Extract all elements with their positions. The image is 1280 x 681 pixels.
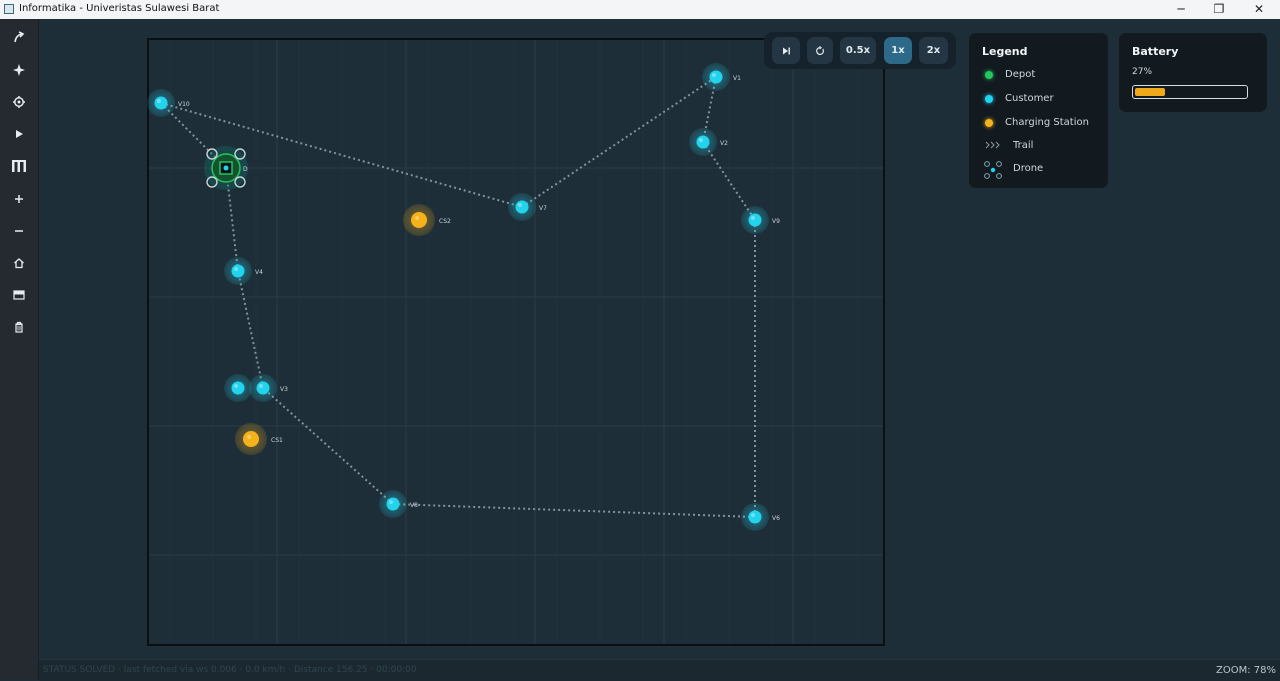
charging-marker bbox=[411, 212, 427, 228]
zoom-level: ZOOM: 78% bbox=[1216, 665, 1276, 676]
trail-legend-icon bbox=[985, 141, 1000, 149]
legend-label-customer: Customer bbox=[1005, 93, 1054, 104]
customer-marker bbox=[748, 510, 762, 524]
play-icon bbox=[16, 130, 23, 138]
customer-highlight bbox=[259, 384, 263, 388]
window-title: Informatika - Univeristas Sulawesi Barat bbox=[19, 3, 220, 14]
sparkle-icon bbox=[13, 64, 25, 76]
customer-marker bbox=[515, 200, 529, 214]
customer-highlight bbox=[712, 73, 716, 77]
customer-marker bbox=[696, 135, 710, 149]
sidebar-home-button[interactable] bbox=[0, 249, 38, 277]
customer-highlight bbox=[699, 138, 703, 142]
status-text: STATUS SOLVED · last fetched via ws 0.00… bbox=[43, 665, 417, 675]
battery-panel: Battery 27% bbox=[1119, 33, 1267, 112]
home-icon bbox=[14, 258, 24, 269]
minus-icon bbox=[15, 230, 23, 232]
node-label: CS1 bbox=[271, 437, 283, 444]
minimize-button[interactable]: ─ bbox=[1162, 0, 1200, 19]
charging-highlight bbox=[247, 435, 251, 439]
reset-icon bbox=[816, 45, 824, 55]
sidebar-layers-button[interactable] bbox=[0, 281, 38, 309]
customer-node[interactable] bbox=[224, 374, 252, 402]
legend-label-depot: Depot bbox=[1005, 69, 1036, 80]
node-label: D bbox=[243, 166, 248, 173]
node-label: V6 bbox=[772, 515, 780, 522]
step-forward-icon bbox=[783, 47, 790, 54]
customer-highlight bbox=[157, 99, 161, 103]
speed-0.5x-button[interactable]: 0.5x bbox=[840, 37, 876, 64]
sidebar bbox=[0, 19, 39, 680]
node-label: V8 bbox=[410, 502, 418, 509]
title-bar: Informatika - Univeristas Sulawesi Barat… bbox=[0, 0, 1280, 20]
library-icon bbox=[12, 160, 26, 172]
node-label: V1 bbox=[733, 75, 741, 82]
customer-highlight bbox=[751, 216, 755, 220]
battery-fill bbox=[1135, 88, 1165, 96]
customer-highlight bbox=[518, 203, 522, 207]
customer-marker bbox=[231, 264, 245, 278]
charging-highlight bbox=[415, 216, 419, 220]
playback-controls: 0.5x 1x 2x bbox=[764, 32, 956, 69]
customer-highlight bbox=[234, 384, 238, 388]
legend-label-drone: Drone bbox=[1013, 163, 1044, 174]
sidebar-trash-button[interactable] bbox=[0, 313, 38, 341]
arrow-up-right-icon bbox=[14, 31, 25, 43]
customer-marker bbox=[748, 213, 762, 227]
step-button[interactable] bbox=[772, 37, 800, 64]
legend-label-charging-station: Charging Station bbox=[1005, 117, 1089, 128]
node-label: V7 bbox=[539, 205, 547, 212]
app-icon bbox=[4, 4, 14, 14]
trash-icon bbox=[15, 321, 23, 333]
legend-panel: Legend Depot Customer Charging Station T… bbox=[969, 33, 1108, 188]
customer-marker bbox=[256, 381, 270, 395]
plus-icon bbox=[15, 195, 23, 203]
sidebar-zoom-out-button[interactable] bbox=[0, 217, 38, 245]
drone-legend-icon bbox=[984, 161, 1002, 179]
sidebar-library-button[interactable] bbox=[0, 152, 38, 180]
customer-marker bbox=[154, 96, 168, 110]
battery-bar bbox=[1132, 85, 1248, 99]
charging-marker bbox=[243, 431, 259, 447]
sidebar-zoom-in-button[interactable] bbox=[0, 185, 38, 213]
sidebar-play-button[interactable] bbox=[0, 120, 38, 148]
gear-icon bbox=[13, 96, 25, 108]
customer-highlight bbox=[389, 500, 393, 504]
customer-highlight bbox=[234, 267, 238, 271]
node-label: V9 bbox=[772, 218, 780, 225]
node-label: V4 bbox=[255, 269, 263, 276]
sidebar-export-button[interactable] bbox=[0, 23, 38, 51]
customer-marker bbox=[386, 497, 400, 511]
status-bar: STATUS SOLVED · last fetched via ws 0.00… bbox=[39, 659, 1280, 681]
depot-node[interactable]: D bbox=[204, 146, 248, 190]
maximize-button[interactable]: ❐ bbox=[1200, 0, 1238, 19]
sidebar-sparkle-button[interactable] bbox=[0, 56, 38, 84]
node-label: V10 bbox=[178, 101, 190, 108]
depot-legend-dot bbox=[985, 71, 993, 79]
legend-title: Legend bbox=[982, 45, 1028, 58]
node-label: V3 bbox=[280, 386, 288, 393]
node-label: V2 bbox=[720, 140, 728, 147]
speed-2x-button[interactable]: 2x bbox=[919, 37, 948, 64]
customer-highlight bbox=[751, 513, 755, 517]
battery-percent: 27% bbox=[1132, 67, 1153, 77]
customer-marker bbox=[709, 70, 723, 84]
legend-label-trail: Trail bbox=[1013, 140, 1034, 151]
charging-station-legend-dot bbox=[985, 119, 993, 127]
drone-core bbox=[223, 165, 229, 171]
customer-legend-dot bbox=[985, 95, 993, 103]
node-label: CS2 bbox=[439, 218, 451, 225]
layers-icon bbox=[13, 290, 25, 300]
battery-title: Battery bbox=[1132, 45, 1179, 58]
reset-button[interactable] bbox=[807, 37, 833, 64]
close-button[interactable]: ✕ bbox=[1240, 0, 1278, 19]
map-frame bbox=[147, 38, 885, 646]
speed-1x-button[interactable]: 1x bbox=[884, 37, 912, 64]
sidebar-settings-button[interactable] bbox=[0, 88, 38, 116]
customer-marker bbox=[231, 381, 245, 395]
